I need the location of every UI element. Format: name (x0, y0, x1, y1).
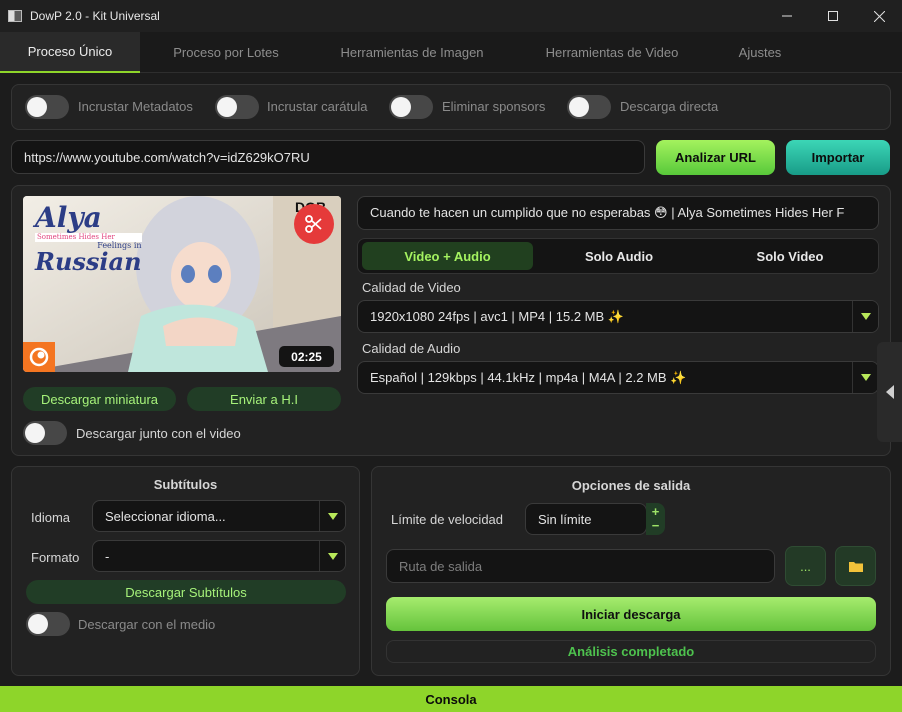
minimize-button[interactable] (764, 0, 810, 32)
decrement-icon[interactable]: − (646, 519, 665, 533)
speed-stepper[interactable]: + − (646, 503, 665, 535)
language-label: Idioma (31, 510, 71, 525)
download-with-media-label: Descargar con el medio (78, 617, 216, 632)
audio-quality-select[interactable]: Español | 129kbps | 44.1kHz | mp4a | M4A… (357, 361, 879, 394)
download-subtitles-button[interactable]: Descargar Subtítulos (26, 580, 346, 604)
sponsors-label: Eliminar sponsors (442, 99, 546, 114)
output-path-input[interactable]: Ruta de salida (386, 549, 775, 583)
crunchyroll-icon (23, 342, 55, 372)
download-with-media-toggle[interactable] (26, 612, 70, 636)
title-bar: DowP 2.0 - Kit Universal (0, 0, 902, 32)
cover-label: Incrustar carátula (267, 99, 368, 114)
maximize-icon (828, 11, 838, 21)
duration-badge: 02:25 (279, 346, 334, 367)
chevron-down-icon[interactable] (319, 501, 345, 531)
start-download-button[interactable]: Iniciar descarga (386, 597, 876, 631)
download-with-video-label: Descargar junto con el video (76, 426, 241, 441)
tab-bar: Proceso Único Proceso por Lotes Herramie… (0, 32, 902, 73)
video-quality-select[interactable]: 1920x1080 24fps | avc1 | MP4 | 15.2 MB ✨ (357, 300, 879, 333)
import-button[interactable]: Importar (786, 140, 890, 175)
speed-limit-input[interactable]: Sin límite (525, 503, 647, 535)
window-title: DowP 2.0 - Kit Universal (30, 9, 160, 23)
scissors-icon (305, 215, 322, 233)
format-value: - (105, 548, 110, 564)
download-thumbnail-button[interactable]: Descargar miniatura (23, 387, 176, 411)
output-heading: Opciones de salida (571, 478, 691, 493)
analyze-url-button[interactable]: Analizar URL (656, 140, 775, 175)
close-icon (873, 10, 885, 22)
folder-icon (848, 561, 863, 572)
tab-ajustes[interactable]: Ajustes (720, 32, 800, 73)
audio-quality-value: Español | 129kbps | 44.1kHz | mp4a | M4A… (370, 369, 687, 385)
minimize-icon (782, 15, 792, 17)
mode-solo-audio[interactable]: Solo Audio (534, 242, 704, 270)
crunchyroll-logo-icon (29, 347, 49, 367)
media-title-field[interactable]: Cuando te hacen un cumplido que no esper… (357, 196, 879, 230)
increment-icon[interactable]: + (646, 505, 665, 519)
send-to-hi-button[interactable]: Enviar a H.I (187, 387, 341, 411)
browse-dots-button[interactable]: ... (785, 546, 826, 586)
direct-download-toggle[interactable] (567, 95, 611, 119)
side-panel-toggle[interactable] (877, 342, 902, 442)
audio-quality-label: Calidad de Audio (362, 341, 461, 356)
status-text: Análisis completado (386, 640, 876, 663)
format-label: Formato (31, 550, 80, 565)
video-quality-value: 1920x1080 24fps | avc1 | MP4 | 15.2 MB ✨ (370, 308, 624, 324)
tab-herramientas-imagen[interactable]: Herramientas de Imagen (322, 32, 502, 73)
chevron-down-icon[interactable] (319, 541, 345, 571)
video-quality-label: Calidad de Video (362, 280, 461, 295)
open-folder-button[interactable] (835, 546, 876, 586)
anime-logo: Alya Sometimes Hides Her Feelings in Rus… (35, 201, 142, 276)
tab-proceso-unico[interactable]: Proceso Único (0, 32, 140, 73)
chevron-left-icon (885, 385, 894, 399)
metadata-label: Incrustar Metadatos (78, 99, 193, 114)
speed-limit-label: Límite de velocidad (391, 512, 504, 527)
metadata-toggle[interactable] (25, 95, 69, 119)
mode-selector: Video + Audio Solo Audio Solo Video (357, 238, 879, 274)
chevron-down-icon[interactable] (852, 362, 878, 393)
cover-toggle[interactable] (215, 95, 259, 119)
subtitles-heading: Subtítulos (153, 477, 218, 492)
tab-herramientas-video[interactable]: Herramientas de Video (527, 32, 697, 73)
download-with-video-toggle[interactable] (23, 421, 67, 445)
app-icon (8, 10, 22, 22)
console-bar[interactable]: Consola (0, 686, 902, 712)
mode-video-audio[interactable]: Video + Audio (362, 242, 533, 270)
mode-solo-video[interactable]: Solo Video (705, 242, 875, 270)
direct-download-label: Descarga directa (620, 99, 719, 114)
url-input[interactable]: https://www.youtube.com/watch?v=idZ629kO… (11, 140, 645, 174)
language-select[interactable]: Seleccionar idioma... (92, 500, 346, 532)
language-value: Seleccionar idioma... (105, 508, 226, 524)
format-select[interactable]: - (92, 540, 346, 572)
close-button[interactable] (856, 0, 902, 32)
trim-button[interactable] (294, 204, 334, 244)
tab-proceso-lotes[interactable]: Proceso por Lotes (150, 32, 302, 73)
maximize-button[interactable] (810, 0, 856, 32)
chevron-down-icon[interactable] (852, 301, 878, 332)
sponsors-toggle[interactable] (389, 95, 433, 119)
